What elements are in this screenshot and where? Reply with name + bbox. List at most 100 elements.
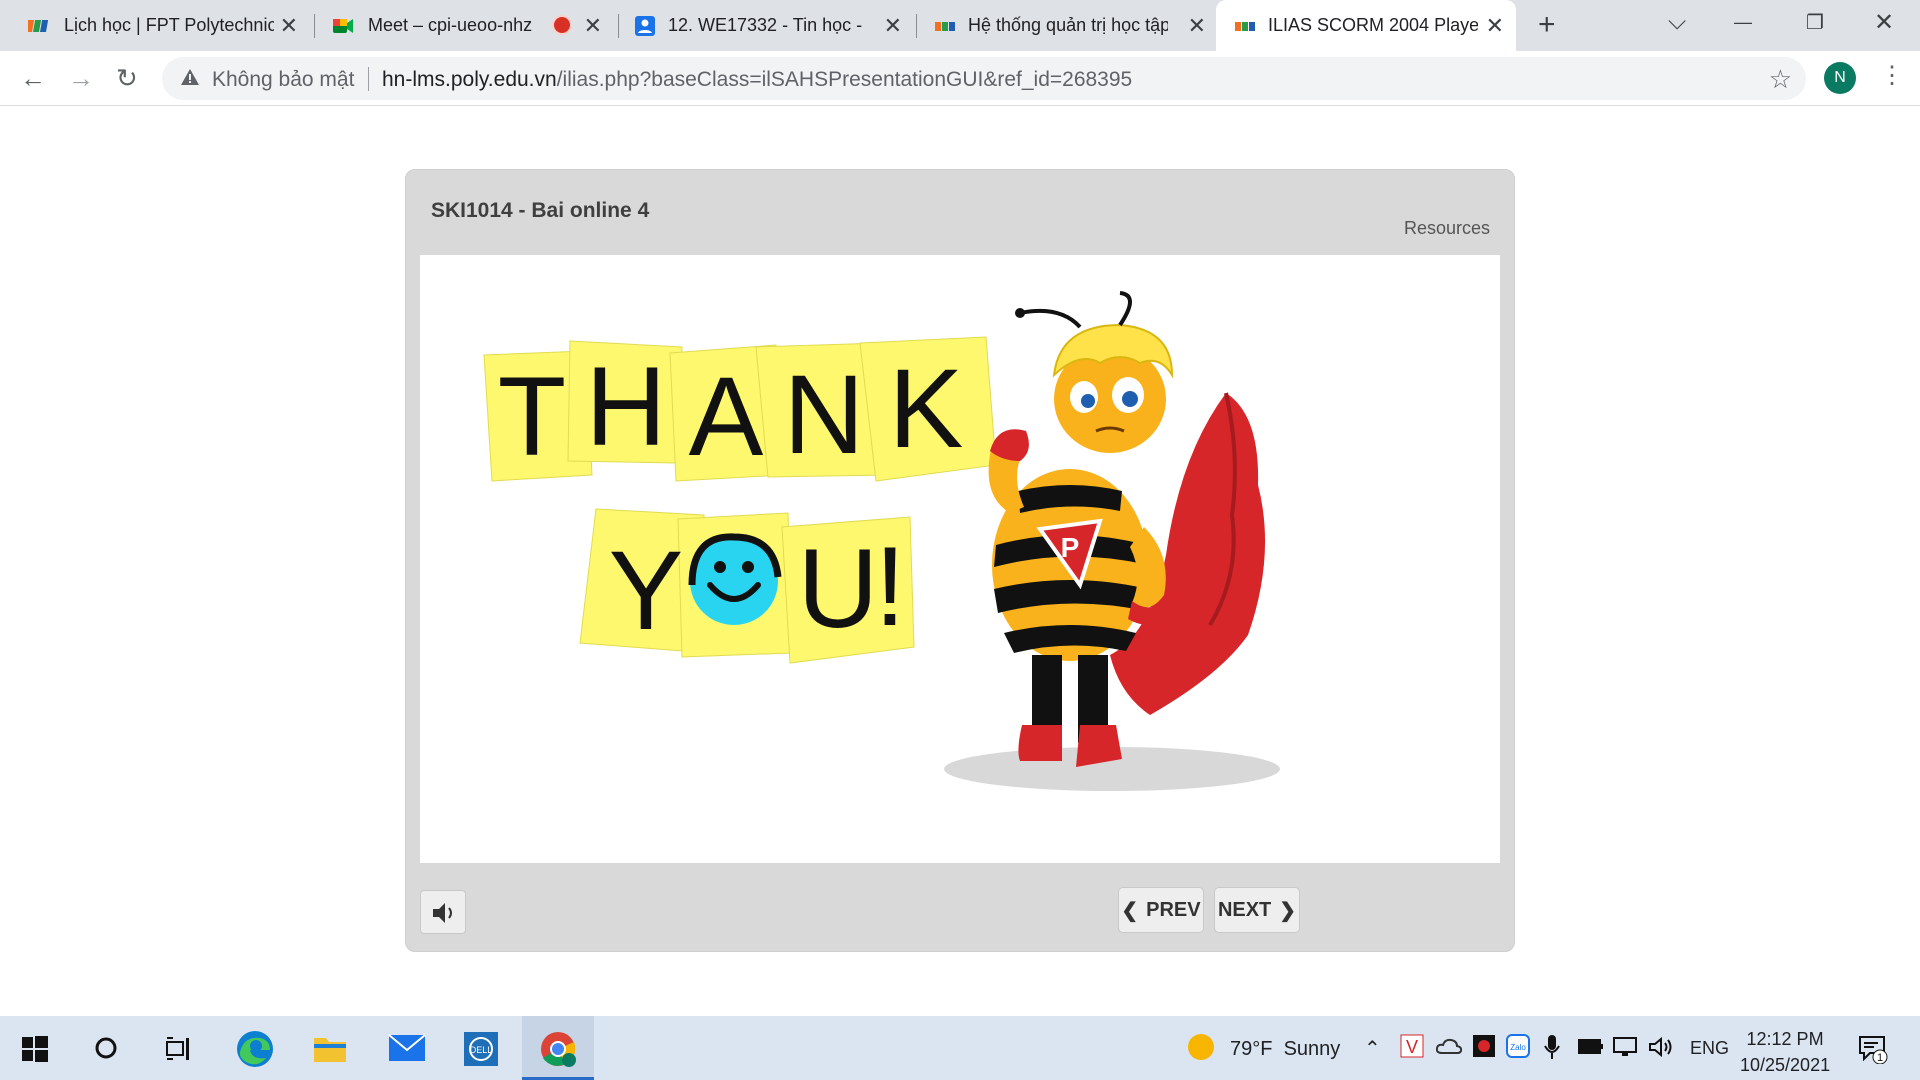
tab-separator — [916, 14, 917, 38]
address-bar[interactable]: Không bảo mật hn-lms.poly.edu.vn/ilias.p… — [162, 57, 1806, 100]
tab-scorm-player[interactable]: ILIAS SCORM 2004 Player ✕ — [1216, 0, 1516, 51]
minimize-button[interactable]: — — [1734, 12, 1752, 33]
url-host: hn-lms.poly.edu.vn — [382, 68, 557, 91]
note-letter: N — [784, 352, 865, 477]
chevron-left-icon: ❮ — [1121, 899, 1139, 922]
svg-text:Zalo: Zalo — [1510, 1043, 1526, 1052]
close-window-button[interactable]: ✕ — [1874, 8, 1894, 37]
player-controls: ❮ PREV NEXT ❯ — [406, 863, 1514, 951]
weather-text: Sunny — [1283, 1038, 1341, 1060]
weather-widget[interactable]: 79°F Sunny — [1230, 1038, 1340, 1061]
antivirus-icon[interactable]: V — [1400, 1034, 1424, 1063]
svg-text:V: V — [1406, 1037, 1418, 1057]
smiley-face-icon — [688, 533, 782, 625]
warning-triangle-icon[interactable] — [180, 67, 200, 93]
close-tab-icon[interactable]: ✕ — [1188, 13, 1206, 39]
fpt-favicon-icon — [1234, 15, 1256, 37]
close-tab-icon[interactable]: ✕ — [884, 13, 902, 39]
sun-icon[interactable] — [1186, 1032, 1216, 1067]
next-label: NEXT — [1217, 898, 1272, 921]
chrome-taskbar-active[interactable] — [522, 1016, 594, 1080]
forward-button[interactable]: → — [68, 63, 94, 94]
chevron-up-icon[interactable]: ⌃ — [1364, 1036, 1381, 1061]
battery-icon[interactable] — [1578, 1036, 1604, 1061]
tab-lms[interactable]: Hệ thống quản trị học tập ✕ — [920, 0, 1218, 51]
url-text[interactable]: hn-lms.poly.edu.vn/ilias.php?baseClass=i… — [382, 68, 1132, 92]
chrome-icon — [539, 1030, 577, 1073]
tab-meet[interactable]: Meet – cpi-ueoo-nhz ✕ — [318, 0, 614, 51]
tab-title: ILIAS SCORM 2004 Player — [1268, 15, 1478, 35]
network-icon[interactable] — [1612, 1036, 1638, 1063]
windows-start-icon[interactable] — [22, 1036, 48, 1067]
google-meet-icon — [332, 15, 354, 37]
thank-you-illustration: T H A N K Y U ! P — [483, 291, 1280, 791]
note-letter: T — [498, 354, 566, 479]
tab-title: 12. WE17332 - Tin học - C — [668, 15, 864, 35]
system-clock[interactable]: 12:12 PM 10/25/2021 — [1740, 1026, 1830, 1078]
clock-time: 12:12 PM — [1746, 1029, 1824, 1049]
profile-avatar[interactable]: N — [1824, 62, 1856, 94]
windows-taskbar: DELL 79°F Sunny ⌃ V Zalo ENG 12:12 PM 10… — [0, 1016, 1920, 1080]
scorm-player: SKI1014 - Bai online 4 Resources T H A N — [405, 169, 1515, 952]
prev-label: PREV — [1146, 898, 1201, 921]
edge-icon[interactable] — [236, 1030, 274, 1073]
language-indicator[interactable]: ENG — [1690, 1038, 1729, 1059]
close-tab-icon[interactable]: ✕ — [1486, 13, 1504, 39]
volume-button[interactable] — [420, 890, 466, 934]
note-letter: U — [798, 526, 879, 651]
reload-button[interactable]: ↻ — [116, 63, 138, 94]
next-button[interactable]: NEXT ❯ — [1214, 887, 1300, 933]
close-tab-icon[interactable]: ✕ — [280, 13, 298, 39]
mail-icon[interactable] — [388, 1034, 426, 1067]
tab-separator — [618, 14, 619, 38]
bee-mascot-illustration: P — [944, 291, 1280, 791]
tab-separator — [314, 14, 315, 38]
notification-icon[interactable]: 1 — [1858, 1034, 1888, 1069]
back-button[interactable]: ← — [20, 63, 46, 94]
new-tab-button[interactable]: + — [1538, 8, 1556, 42]
restore-button[interactable]: ❐ — [1806, 10, 1824, 35]
dell-icon[interactable]: DELL — [464, 1032, 498, 1071]
tab-classroom[interactable]: 12. WE17332 - Tin học - C ✕ — [622, 0, 914, 51]
note-letter: A — [689, 354, 764, 479]
fpt-favicon-icon — [934, 15, 956, 37]
task-view-icon[interactable] — [166, 1036, 192, 1067]
onedrive-icon[interactable] — [1435, 1038, 1463, 1059]
slide-stage: T H A N K Y U ! P — [420, 255, 1500, 863]
tab-title: Lịch học | FPT Polytechnic — [64, 15, 274, 35]
omnibox-separator — [368, 67, 369, 91]
close-tab-icon[interactable]: ✕ — [584, 13, 602, 39]
chest-emblem-letter: P — [1061, 532, 1080, 563]
fpt-favicon-icon — [26, 15, 50, 37]
recording-icon — [554, 17, 570, 33]
microphone-icon[interactable] — [1544, 1034, 1560, 1065]
url-path: /ilias.php?baseClass=ilSAHSPresentationG… — [556, 68, 1133, 91]
weather-temp: 79°F — [1230, 1038, 1273, 1060]
note-letter: ! — [874, 524, 905, 649]
bookmark-star-icon[interactable]: ☆ — [1769, 64, 1792, 95]
speaker-icon — [433, 903, 452, 923]
clock-date: 10/25/2021 — [1740, 1055, 1831, 1075]
tab-title: Hệ thống quản trị học tập — [968, 15, 1168, 35]
resources-link[interactable]: Resources — [1404, 218, 1490, 239]
tab-strip: Lịch học | FPT Polytechnic ✕ Meet – cpi-… — [0, 0, 1920, 51]
svg-text:DELL: DELL — [470, 1045, 493, 1055]
tab-lich-hoc[interactable]: Lịch học | FPT Polytechnic ✕ — [0, 0, 310, 51]
browser-menu-icon[interactable]: ⋮ — [1880, 61, 1904, 90]
app-tray-icon[interactable] — [1472, 1034, 1496, 1063]
file-explorer-icon[interactable] — [312, 1032, 348, 1069]
chevron-right-icon: ❯ — [1279, 899, 1297, 922]
prev-button[interactable]: ❮ PREV — [1118, 887, 1204, 933]
note-letter: K — [889, 346, 964, 471]
zalo-icon[interactable]: Zalo — [1506, 1034, 1530, 1063]
note-letter: H — [586, 344, 667, 469]
browser-toolbar: ← → ↻ Không bảo mật hn-lms.poly.edu.vn/i… — [0, 51, 1920, 106]
tab-search-icon[interactable]: ⌵ — [1668, 8, 1686, 36]
security-status-label[interactable]: Không bảo mật — [212, 68, 354, 92]
search-circle-icon[interactable] — [94, 1036, 118, 1065]
classroom-favicon-icon — [634, 15, 656, 37]
note-letter: Y — [609, 528, 684, 653]
course-title: SKI1014 - Bai online 4 — [431, 199, 650, 222]
tab-title: Meet – cpi-ueoo-nhz — [368, 15, 533, 35]
volume-icon[interactable] — [1648, 1036, 1674, 1063]
